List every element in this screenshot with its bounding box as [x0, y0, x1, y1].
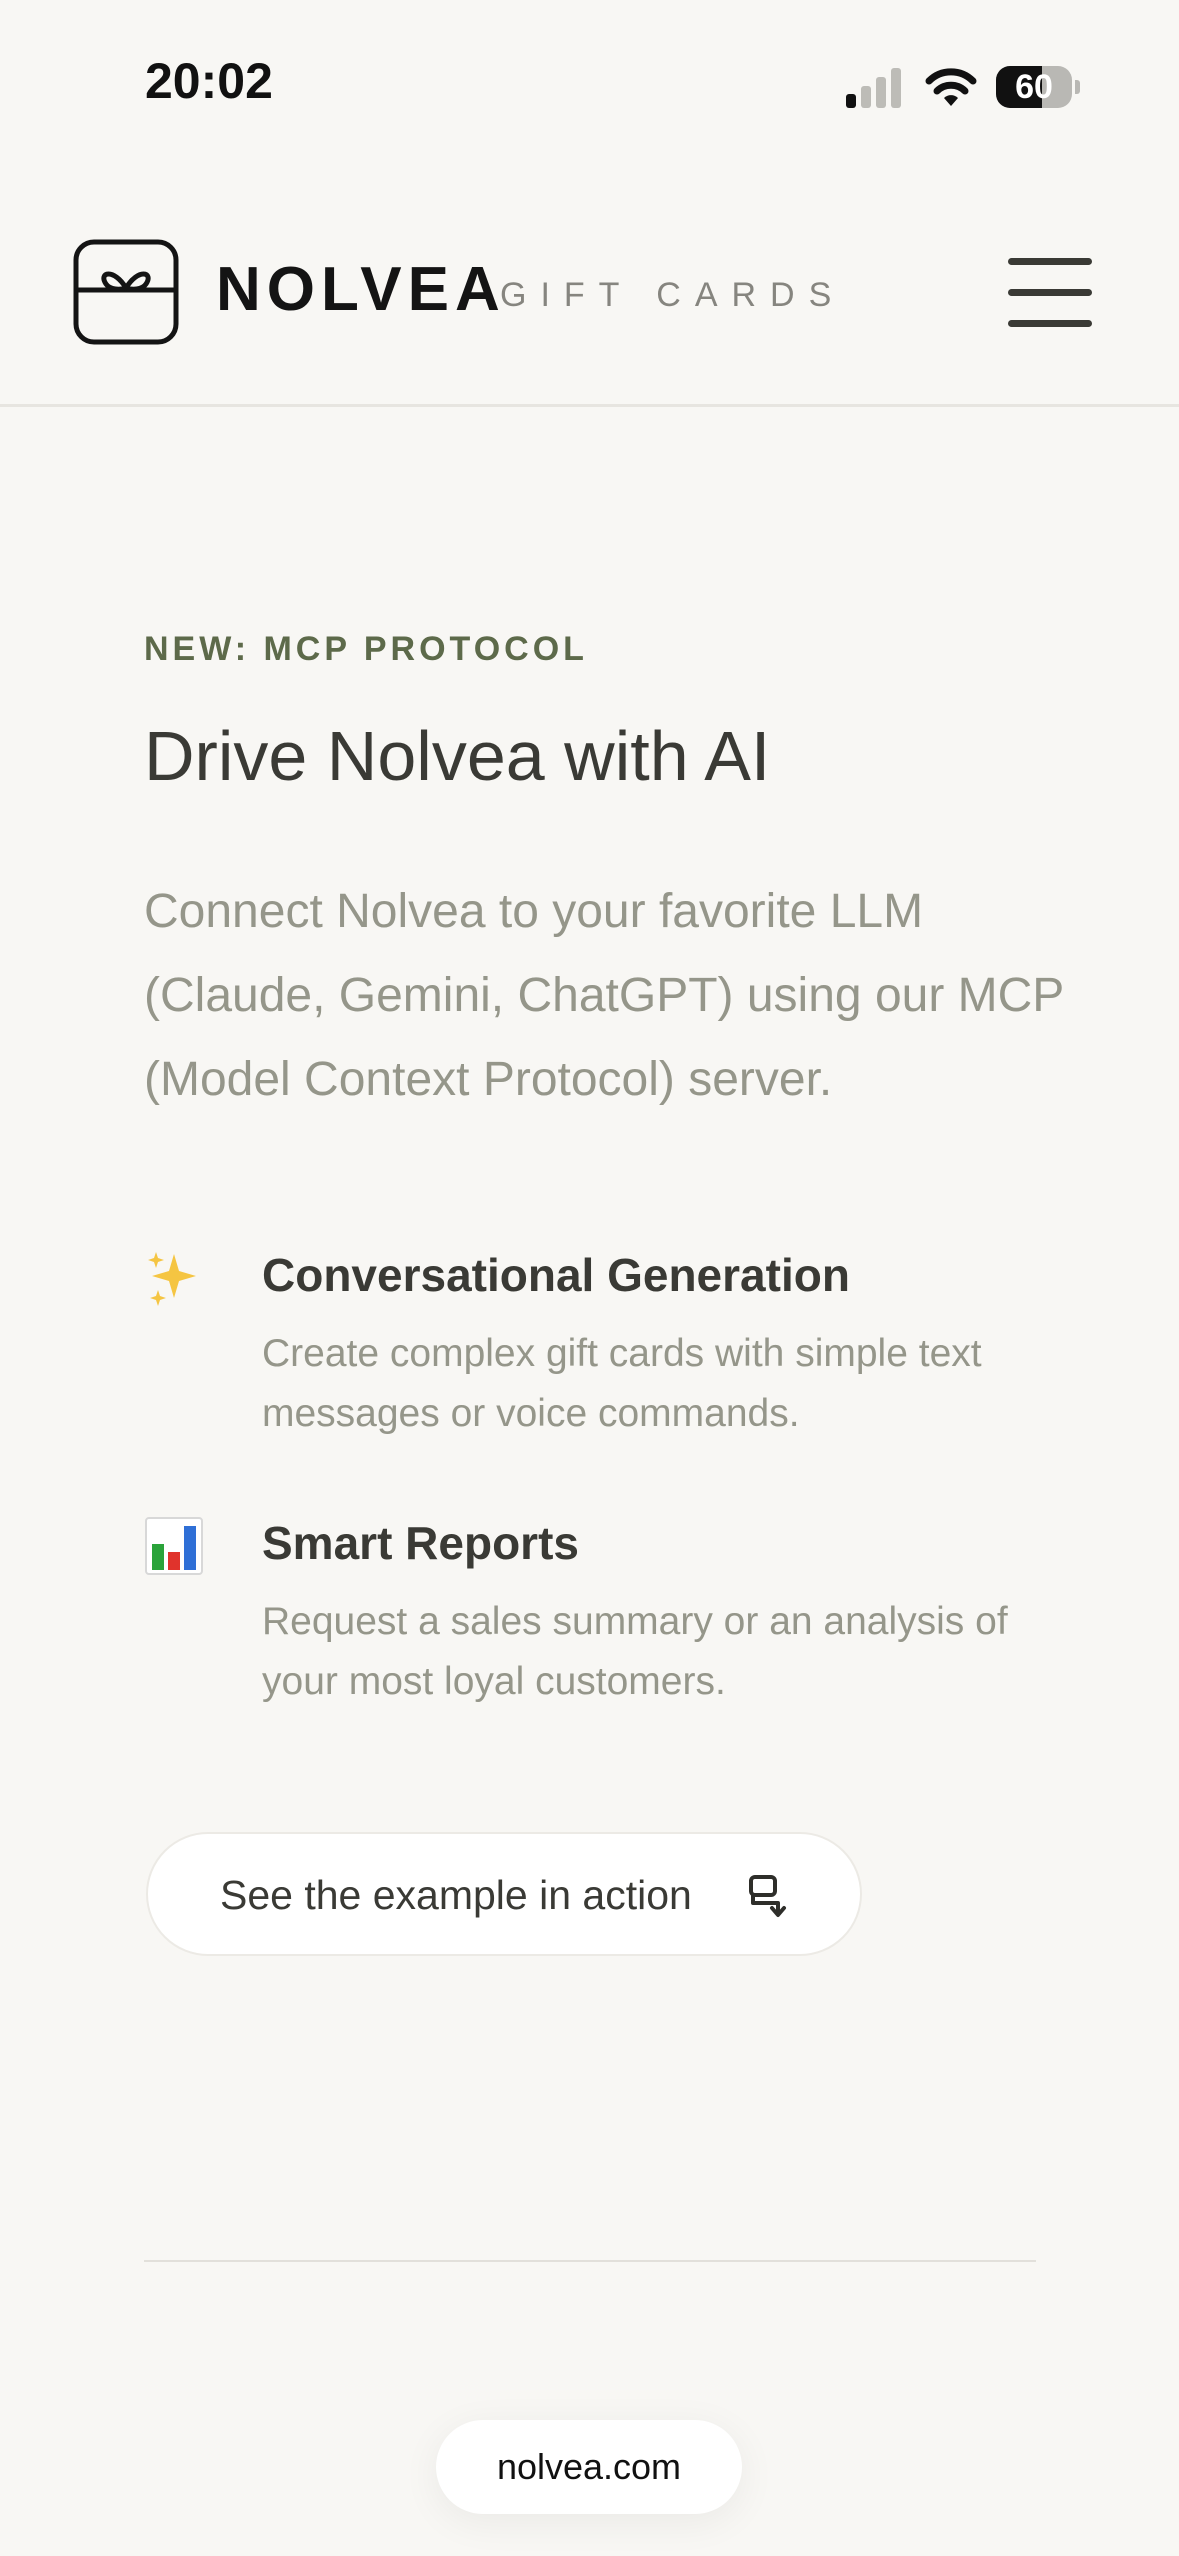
wifi-icon — [925, 68, 977, 106]
gift-box-icon[interactable] — [72, 238, 180, 346]
brand-name[interactable]: NOLVEA — [216, 254, 506, 325]
battery-level: 60 — [1015, 68, 1053, 106]
section-divider — [144, 2260, 1036, 2262]
chat-arrow-icon — [749, 1875, 786, 1917]
status-time: 20:02 — [145, 53, 273, 109]
address-bar-url: nolvea.com — [496, 2446, 682, 2487]
sparkles-icon — [148, 1252, 196, 1306]
intro-paragraph: Connect Nolvea to your favorite LLM (Cla… — [144, 885, 1064, 1106]
menu-line — [1008, 320, 1092, 327]
feature-description: Request a sales summary or an analysis o… — [262, 1600, 1008, 1703]
signal-icon — [846, 68, 901, 108]
hamburger-menu-icon[interactable] — [1000, 254, 1096, 332]
see-example-button-label: See the example in action — [220, 1872, 692, 1918]
battery-icon: 60 — [996, 66, 1080, 108]
address-bar[interactable]: nolvea.com — [436, 2420, 742, 2514]
page-title: Drive Nolvea with AI — [144, 717, 771, 795]
feature-description: Create complex gift cards with simple te… — [262, 1332, 982, 1435]
feature-title: Conversational Generation — [262, 1249, 850, 1301]
feature-title: Smart Reports — [262, 1517, 579, 1569]
site-header: NOLVEA GIFT CARDS — [0, 170, 1179, 407]
menu-line — [1008, 289, 1092, 296]
status-bar: 20:02 60 — [0, 0, 1179, 170]
bar-chart-icon — [145, 1517, 203, 1575]
see-example-button[interactable]: See the example in action — [146, 1832, 862, 1956]
menu-line — [1008, 258, 1092, 265]
battery-body: 60 — [996, 66, 1072, 108]
eyebrow-label: NEW: MCP PROTOCOL — [144, 630, 588, 668]
brand-subtitle: GIFT CARDS — [500, 276, 846, 314]
battery-cap — [1075, 80, 1080, 94]
